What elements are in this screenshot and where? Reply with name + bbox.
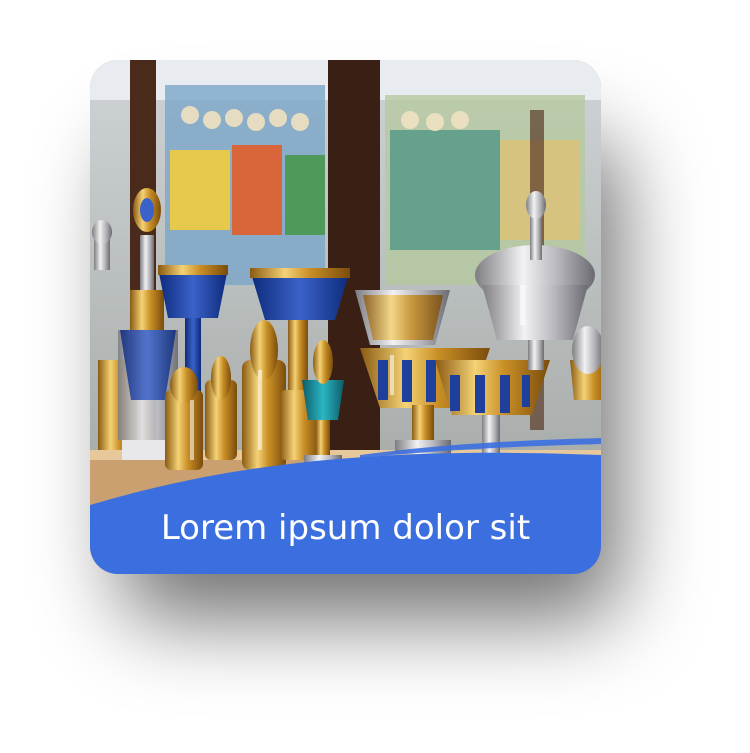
card-caption: Lorem ipsum dolor sit <box>160 508 531 548</box>
canvas: Lorem ipsum dolor sit <box>0 0 750 753</box>
trophy-photo <box>90 60 601 574</box>
image-card[interactable]: Lorem ipsum dolor sit <box>90 60 601 574</box>
